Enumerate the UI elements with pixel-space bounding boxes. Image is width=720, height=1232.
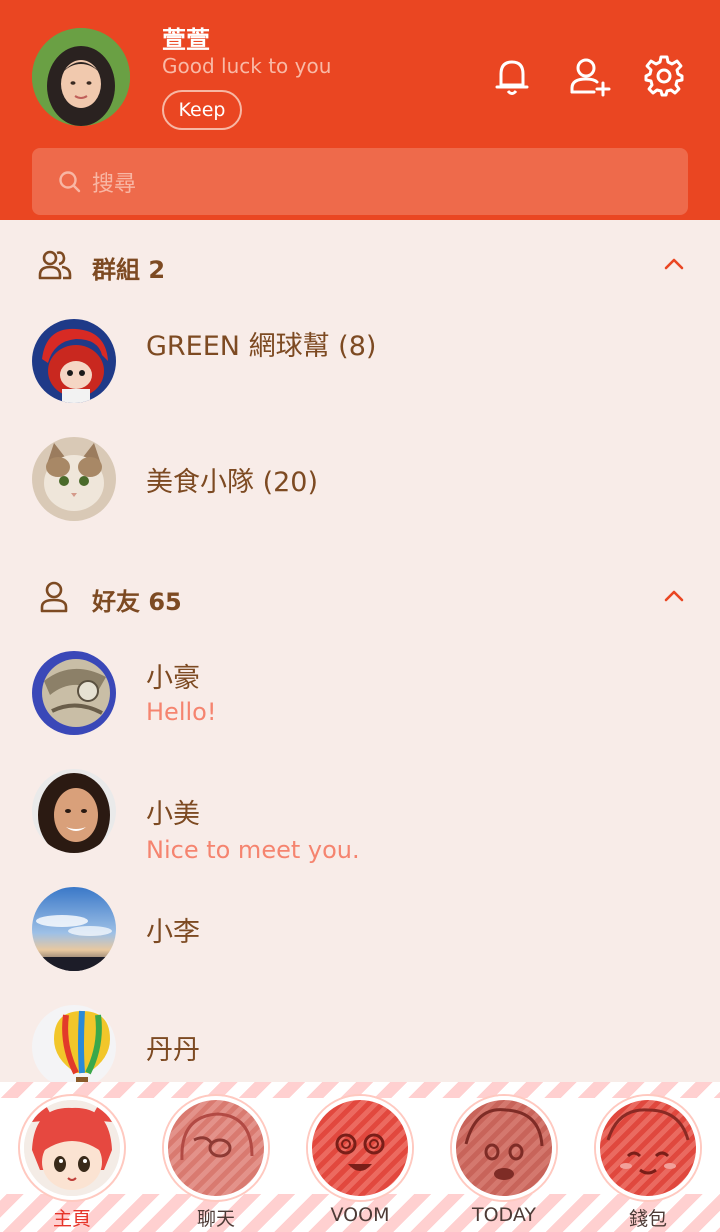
friends-section-title: 好友 65 [92, 588, 182, 616]
gear-icon[interactable] [640, 52, 688, 100]
bottom-tab-bar: 主頁 聊天 VOOM TODAY 錢包 [0, 1082, 720, 1232]
tab-chats-label: 聊天 [196, 1208, 235, 1230]
tab-chats[interactable]: 聊天 [144, 1082, 288, 1232]
tab-wallet[interactable]: 錢包 [576, 1082, 720, 1232]
tab-today[interactable]: TODAY [432, 1082, 576, 1232]
friend-row[interactable]: 小美 Nice to meet you. [0, 762, 720, 864]
group-avatar [32, 319, 116, 403]
tab-home[interactable]: 主頁 [0, 1082, 144, 1232]
chat-icon [164, 1096, 268, 1200]
groups-section-title: 群組 2 [92, 256, 166, 284]
chevron-up-icon[interactable] [662, 584, 686, 608]
search-placeholder: 搜尋 [92, 172, 137, 197]
profile-name: 萱萱 [162, 26, 210, 54]
search-icon [58, 170, 82, 194]
group-name: GREEN 網球幫 (8) [146, 331, 377, 362]
friend-name: 丹丹 [146, 1035, 200, 1066]
tab-voom-label: VOOM [330, 1204, 390, 1226]
friend-status-message: Nice to meet you. [146, 836, 360, 864]
tab-voom[interactable]: VOOM [288, 1082, 432, 1232]
search-bar[interactable]: 搜尋 [32, 148, 688, 215]
friend-avatar [32, 887, 116, 971]
bell-icon[interactable] [488, 52, 536, 100]
group-row[interactable]: GREEN 網球幫 (8) [0, 312, 720, 412]
tab-today-label: TODAY [472, 1204, 536, 1226]
friend-row[interactable]: 小豪 Hello! [0, 644, 720, 744]
voom-icon [308, 1096, 412, 1200]
friend-avatar [32, 769, 116, 853]
profile-status-message: Good luck to you [162, 54, 332, 78]
group-name: 美食小隊 (20) [146, 467, 319, 498]
add-friend-icon[interactable] [566, 52, 614, 100]
friend-name: 小李 [146, 917, 200, 948]
group-icon [38, 248, 72, 282]
friend-row[interactable]: 小李 [0, 880, 720, 980]
groups-section-header[interactable]: 群組 2 [0, 236, 720, 296]
friend-icon [38, 580, 72, 614]
friend-name: 小豪 [146, 663, 200, 694]
tab-home-label: 主頁 [52, 1208, 91, 1230]
today-icon [452, 1096, 556, 1200]
friend-avatar [32, 651, 116, 735]
profile-avatar[interactable] [32, 28, 130, 126]
keep-button[interactable]: Keep [162, 90, 242, 130]
friend-avatar [32, 1005, 116, 1089]
friends-section-header[interactable]: 好友 65 [0, 568, 720, 628]
friend-name: 小美 [146, 799, 200, 830]
chevron-up-icon[interactable] [662, 252, 686, 276]
tab-wallet-label: 錢包 [628, 1208, 667, 1230]
friend-status-message: Hello! [146, 698, 217, 726]
profile-header: 萱萱 Good luck to you Keep 搜尋 [0, 0, 720, 220]
group-avatar [32, 437, 116, 521]
wallet-icon [596, 1096, 700, 1200]
group-row[interactable]: 美食小隊 (20) [0, 430, 720, 530]
home-icon [20, 1096, 124, 1200]
